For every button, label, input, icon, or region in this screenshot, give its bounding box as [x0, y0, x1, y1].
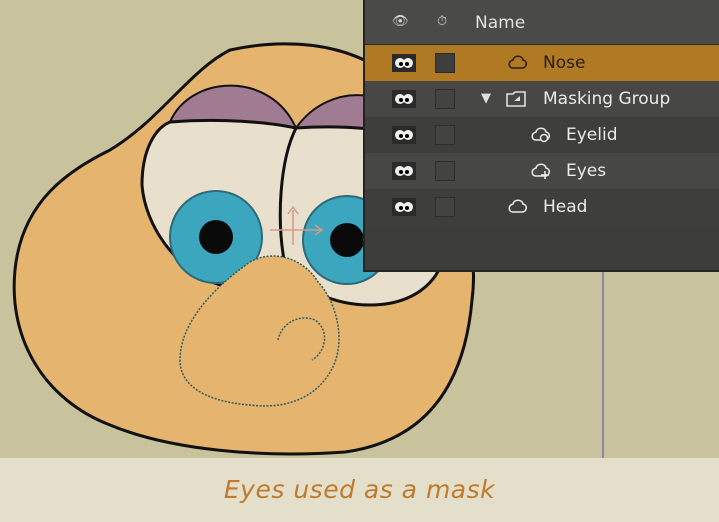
shape-mask-add-icon	[531, 163, 551, 179]
layer-row-nose[interactable]: Nose	[365, 45, 719, 81]
caption-bar: Eyes used as a mask	[0, 458, 719, 522]
pupil-left	[199, 220, 233, 254]
lock-toggle[interactable]	[435, 125, 455, 145]
layer-row-masking-group[interactable]: ▼ Masking Group	[365, 81, 719, 117]
eye-column-icon[interactable]: 👁	[392, 14, 409, 30]
visibility-eye-icon[interactable]	[392, 198, 416, 216]
layer-row-eyes[interactable]: Eyes	[365, 153, 719, 189]
visibility-eye-icon[interactable]	[392, 54, 416, 72]
shape-icon	[508, 199, 528, 213]
layers-panel-header: 👁 ⏱ Name	[365, 0, 719, 45]
group-icon	[506, 91, 526, 107]
layer-name-nose[interactable]: Nose	[543, 53, 585, 73]
lock-toggle[interactable]	[435, 197, 455, 217]
canvas-area[interactable]: 👁 ⏱ Name Nose ▼ Masking Group Eyelid Eye…	[0, 0, 719, 458]
visibility-eye-icon[interactable]	[392, 90, 416, 108]
lock-toggle[interactable]	[435, 53, 455, 73]
layer-name-head[interactable]: Head	[543, 197, 587, 217]
pupil-right	[330, 223, 364, 257]
expand-triangle-icon[interactable]: ▼	[481, 89, 491, 109]
layers-panel: 👁 ⏱ Name Nose ▼ Masking Group Eyelid Eye…	[363, 0, 719, 272]
shape-icon	[508, 55, 528, 69]
layer-row-eyelid[interactable]: Eyelid	[365, 117, 719, 153]
name-column-header[interactable]: Name	[475, 13, 525, 33]
visibility-eye-icon[interactable]	[392, 162, 416, 180]
layer-name-eyes[interactable]: Eyes	[566, 161, 606, 181]
layer-row-head[interactable]: Head	[365, 189, 719, 225]
lock-toggle[interactable]	[435, 161, 455, 181]
lock-toggle[interactable]	[435, 89, 455, 109]
visibility-eye-icon[interactable]	[392, 126, 416, 144]
shape-mask-icon	[531, 127, 551, 143]
caption-text: Eyes used as a mask	[223, 475, 496, 504]
layer-name-masking-group[interactable]: Masking Group	[543, 89, 670, 109]
layer-name-eyelid[interactable]: Eyelid	[566, 125, 618, 145]
lock-column-icon[interactable]: ⏱	[437, 14, 447, 30]
